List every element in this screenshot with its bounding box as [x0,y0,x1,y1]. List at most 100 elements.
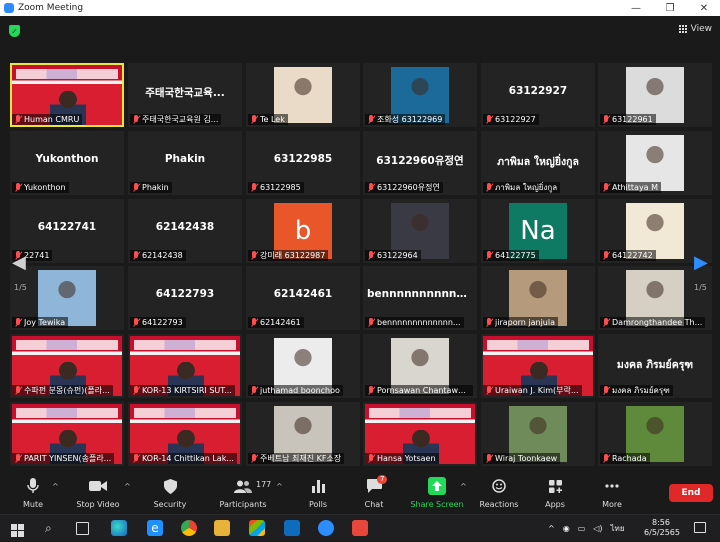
participant-name: ภาพิมล ใหญ่ยิ่งกูล [495,183,558,192]
microsoft-store-icon[interactable] [249,520,265,536]
muted-microphone-icon [485,318,493,327]
more-button[interactable]: More [598,470,626,514]
participant-tile[interactable]: 주베트남 최재진 KF소장 [246,402,360,466]
participant-tile[interactable]: Damrongthandee Th... [598,266,712,330]
app-taskbar-icon[interactable] [352,520,368,536]
participant-tile[interactable]: 주태국한국교육... 주태국한국교육원 김... [128,63,242,127]
network-icon[interactable]: ◉ [563,524,570,533]
share-screen-button[interactable]: Share Screen [410,470,464,514]
clock[interactable]: 8:56 [648,517,674,528]
muted-microphone-icon [132,251,140,260]
participant-tile[interactable]: b 강미래 63122987 [246,199,360,263]
video-banner [16,69,118,79]
participant-tile[interactable]: 수파펀 분몽(슈펀)(폴라... [10,334,124,398]
participant-tile[interactable]: Rachada [598,402,712,466]
windows-start-icon[interactable] [11,522,24,537]
participant-tile[interactable]: Joy Tewika [10,266,124,330]
participant-tile[interactable]: 63122960유정연 63122960유정연 [363,131,477,195]
apps-button[interactable]: Apps [541,470,569,514]
tray-chevron-icon[interactable]: ^ [548,524,555,533]
end-meeting-button[interactable]: End [669,484,713,502]
participant-tile[interactable]: Uraiwan J. Kim(부락... [481,334,595,398]
participant-name: Pornsawan Chantawo... [377,386,470,395]
maximize-button[interactable]: ❐ [654,0,686,16]
participant-name-label: Athittaya M [600,182,662,193]
security-shield-icon[interactable]: ✓ [9,25,20,37]
participants-button[interactable]: Participants [218,470,268,514]
mail-icon[interactable] [284,520,300,536]
security-label: Security [153,500,187,509]
participant-name: 63122985 [260,183,301,192]
participant-tile[interactable]: PARIT YINSEN(송플라... [10,402,124,466]
participant-tile[interactable]: Athittaya M [598,131,712,195]
reactions-button[interactable]: Reactions [480,470,518,514]
participant-tile[interactable]: 63122961 [598,63,712,127]
prev-page-arrow-icon[interactable]: ◀ [12,252,26,273]
video-camera-icon [89,477,107,495]
participant-tile[interactable]: KOR-13 KIRTSIRI SUT... [128,334,242,398]
battery-icon[interactable]: ▭ [578,524,586,533]
video-banner [16,340,118,350]
language-indicator[interactable]: ไทย [611,522,625,535]
muted-microphone-icon [485,183,493,192]
participant-tile[interactable]: ภาพิมล ใหญ่ยิ่งกูล ภาพิมล ใหญ่ยิ่งกูล [481,131,595,195]
participant-name: 63122960유정연 [377,183,440,192]
chrome-browser-icon[interactable] [181,520,197,536]
zoom-taskbar-icon[interactable] [318,520,334,536]
participant-tile[interactable]: Pornsawan Chantawo... [363,334,477,398]
participant-tile[interactable]: Phakin Phakin [128,131,242,195]
participant-tile[interactable]: 63122927 63122927 [481,63,595,127]
video-options-chevron-icon[interactable]: ^ [124,482,131,491]
participants-icon [234,477,252,495]
participant-tile[interactable]: 63122985 63122985 [246,131,360,195]
participants-options-chevron-icon[interactable]: ^ [276,482,283,491]
participant-name-label: jiraporn janjula [483,317,558,328]
participant-name-label: 63122964 [365,250,421,261]
participant-tile[interactable]: bennnnnnnnnnnn... bennnnnnnnnnnnn... [363,266,477,330]
participant-tile[interactable]: Yukonthon Yukonthon [10,131,124,195]
next-page-arrow-icon[interactable]: ▶ [694,252,708,273]
meeting-topbar [0,16,720,48]
edge-browser-icon[interactable] [111,520,127,536]
audio-options-chevron-icon[interactable]: ^ [52,482,59,491]
participant-tile[interactable]: KOR-14 Chittikan Lak... [128,402,242,466]
participant-tile[interactable]: มงคล ภิรมย์ครุฑ มงคล ภิรมย์ครุฑ [598,334,712,398]
participant-name: 22741 [24,251,50,260]
security-button[interactable]: Security [150,470,190,514]
participant-tile[interactable]: 64122793 64122793 [128,266,242,330]
participant-name: Uraiwan J. Kim(부락... [495,386,579,395]
participants-count: 177 [256,480,272,489]
participant-tile[interactable]: Te Lek [246,63,360,127]
participant-tile[interactable]: 63122964 [363,199,477,263]
participant-tile[interactable]: 62142438 62142438 [128,199,242,263]
muted-microphone-icon [485,115,493,124]
share-options-chevron-icon[interactable]: ^ [460,482,467,491]
notifications-icon[interactable] [694,522,706,533]
participant-tile[interactable]: Na 64122775 [481,199,595,263]
participant-tile[interactable]: Wiraj Toonkaew [481,402,595,466]
muted-microphone-icon [132,115,140,124]
view-label: View [690,24,712,34]
participant-name: Damrongthandee Th... [612,318,703,327]
search-icon[interactable]: ⌕ [45,521,52,536]
stop-video-button[interactable]: Stop Video [74,470,122,514]
close-button[interactable]: ✕ [688,0,720,16]
participant-tile[interactable]: Human CMRU [10,63,124,127]
task-view-icon[interactable] [76,522,89,535]
polls-button[interactable]: Polls [304,470,332,514]
participant-display-name: 63122985 [273,153,333,165]
participant-tile[interactable]: 조화성 63122969 [363,63,477,127]
view-button[interactable]: View [678,24,712,34]
participant-tile[interactable]: Hansa Yotsaen [363,402,477,466]
participant-tile[interactable]: 64122741 22741 [10,199,124,263]
volume-icon[interactable]: ◁) [593,524,602,533]
internet-explorer-icon[interactable]: e [147,520,163,536]
participant-tile[interactable]: juthamad boonchoo [246,334,360,398]
minimize-button[interactable]: — [620,0,652,16]
participant-tile[interactable]: jiraporn janjula [481,266,595,330]
system-tray: ^ ◉ ▭ ◁) ไทย [548,515,625,542]
mute-button[interactable]: Mute [18,470,48,514]
participant-display-name: 64122741 [37,221,97,233]
participant-tile[interactable]: 62142461 62142461 [246,266,360,330]
file-explorer-icon[interactable] [214,520,230,536]
